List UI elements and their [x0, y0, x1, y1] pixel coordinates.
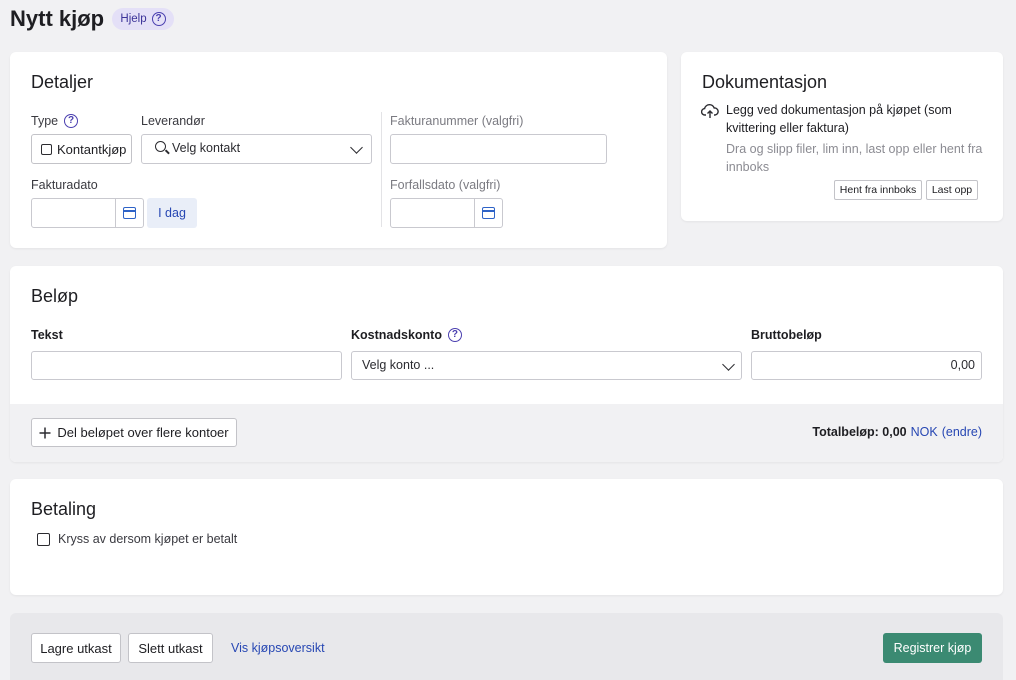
amount-heading: Beløp: [31, 286, 79, 306]
type-label-row: Type ?: [31, 114, 79, 128]
account-label-row: Kostnadskonto ?: [351, 328, 462, 342]
gross-label: Bruttobeløp: [751, 328, 822, 342]
footer-bar: Lagre utkast Slett utkast Vis kjøpsovers…: [10, 613, 1003, 680]
invoice-date-divider: [115, 199, 116, 227]
save-draft-label: Lagre utkast: [40, 640, 112, 656]
amount-card: Beløp Tekst Kostnadskonto ? Velg konto .…: [10, 266, 1003, 462]
question-icon: ?: [151, 12, 166, 26]
text-input[interactable]: [31, 351, 342, 380]
upload-cloud-icon: [701, 104, 719, 118]
documentation-heading: Dokumentasjon: [702, 72, 828, 92]
details-card: Detaljer Type ? Kontantkjøp Leverandør V…: [10, 52, 667, 248]
calendar-icon[interactable]: [482, 207, 495, 219]
due-date-divider: [474, 199, 475, 227]
total-row: Totalbeløp: 0,00 NOK (endre): [812, 425, 982, 439]
paid-checkbox[interactable]: [37, 532, 50, 546]
chevron-down-icon: [350, 141, 363, 154]
plus-icon: [39, 427, 51, 438]
help-badge-label: Hjelp: [120, 13, 147, 25]
upload-button[interactable]: Last opp: [926, 180, 978, 200]
split-amount-button[interactable]: Del beløpet over flere kontoer: [31, 418, 237, 447]
supplier-placeholder: Velg kontakt: [172, 141, 241, 155]
account-select[interactable]: Velg konto ...: [351, 351, 742, 380]
invoice-date-label: Fakturadato: [31, 178, 98, 192]
documentation-main-text: Legg ved dokumentasjon på kjøpet (som kv…: [726, 103, 952, 135]
register-purchase-button[interactable]: Registrer kjøp: [883, 633, 982, 663]
search-icon-handle: [165, 149, 170, 155]
due-date-label: Forfallsdato (valgfri): [390, 178, 501, 192]
paid-checkbox-label: Kryss av dersom kjøpet er betalt: [58, 532, 238, 546]
payment-heading: Betaling: [31, 499, 97, 519]
today-label: I dag: [158, 206, 186, 220]
supplier-label: Leverandør: [141, 114, 205, 128]
invoice-number-label: Fakturanummer (valgfri): [390, 114, 524, 128]
payment-card: Betaling Kryss av dersom kjøpet er betal…: [10, 479, 1003, 595]
fetch-from-inbox-button[interactable]: Hent fra innboks: [834, 180, 922, 200]
currency-link[interactable]: NOK: [911, 425, 938, 439]
type-toggle-button[interactable]: Kontantkjøp: [31, 134, 132, 164]
calendar-icon[interactable]: [123, 207, 136, 219]
question-icon[interactable]: ?: [447, 328, 462, 342]
documentation-card: Dokumentasjon Legg ved dokumentasjon på …: [681, 52, 1003, 221]
page-header: Nytt kjøp: [10, 6, 104, 32]
supplier-select[interactable]: Velg kontakt: [141, 134, 372, 164]
delete-draft-button[interactable]: Slett utkast: [128, 633, 213, 663]
gross-amount-input[interactable]: 0,00: [751, 351, 982, 380]
gross-value: 0,00: [950, 358, 975, 372]
invoice-number-input[interactable]: [390, 134, 607, 164]
help-badge[interactable]: Hjelp ?: [112, 8, 174, 30]
upload-label: Last opp: [931, 184, 973, 196]
split-amount-label: Del beløpet over flere kontoer: [57, 425, 229, 440]
question-icon[interactable]: ?: [64, 114, 79, 128]
fetch-from-inbox-label: Hent fra innboks: [839, 184, 917, 196]
total-label: Totalbeløp: 0,00: [812, 425, 907, 439]
page-title: Nytt kjøp: [10, 6, 105, 31]
type-label: Type: [31, 114, 59, 128]
details-divider: [381, 112, 382, 227]
details-heading: Detaljer: [31, 72, 94, 92]
purchase-overview-link[interactable]: Vis kjøpsoversikt: [231, 641, 325, 655]
checkbox-icon: [41, 143, 52, 155]
text-label: Tekst: [31, 328, 63, 342]
account-placeholder: Velg konto ...: [362, 358, 435, 372]
documentation-sub-text: Dra og slipp filer, lim inn, last opp el…: [726, 142, 983, 174]
register-purchase-label: Registrer kjøp: [893, 641, 972, 655]
due-date-input[interactable]: [390, 198, 503, 228]
account-label: Kostnadskonto: [351, 328, 442, 342]
invoice-date-input[interactable]: [31, 198, 144, 228]
amount-footer: Del beløpet over flere kontoer Totalbelø…: [10, 404, 1003, 462]
delete-draft-label: Slett utkast: [138, 640, 203, 656]
change-currency-link[interactable]: (endre): [942, 425, 982, 439]
paid-checkbox-row[interactable]: Kryss av dersom kjøpet er betalt: [37, 532, 237, 546]
today-button[interactable]: I dag: [147, 198, 197, 228]
type-value: Kontantkjøp: [57, 141, 127, 157]
save-draft-button[interactable]: Lagre utkast: [31, 633, 121, 663]
chevron-down-icon: [722, 358, 735, 371]
